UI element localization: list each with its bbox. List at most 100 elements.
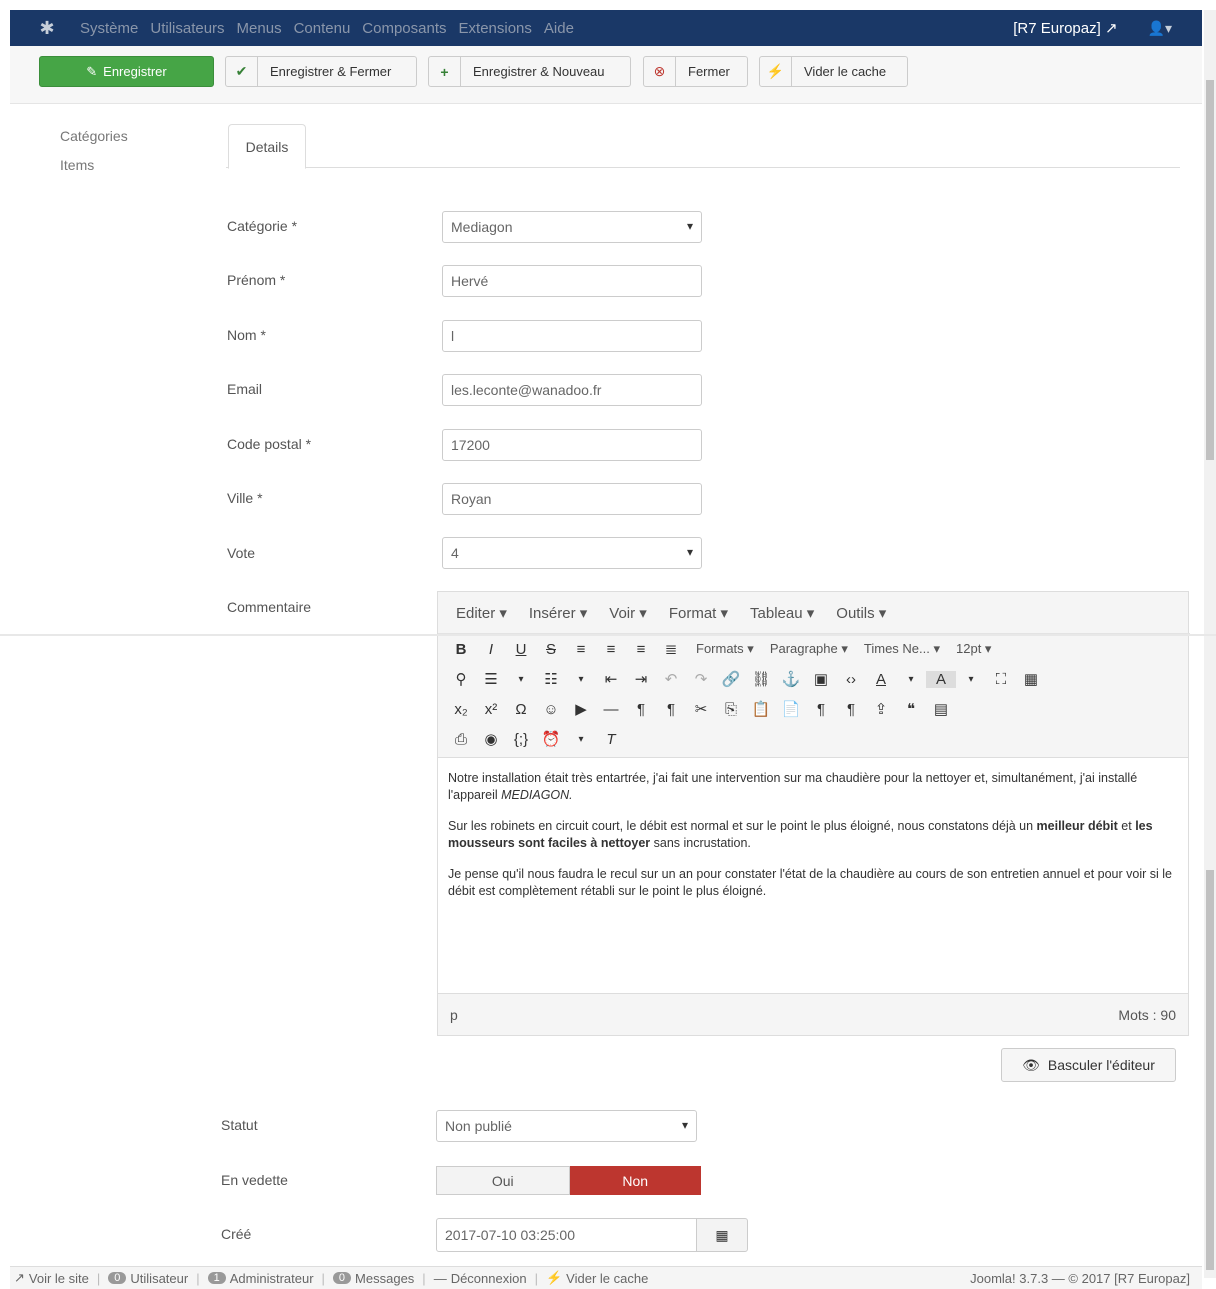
clear-format-icon[interactable]: T	[596, 731, 626, 748]
image-icon[interactable]: ▣	[806, 670, 836, 688]
cut-icon[interactable]: ✂	[686, 700, 716, 718]
fullscreen-icon[interactable]: ⛶	[986, 671, 1016, 688]
paste-icon[interactable]: 📋	[746, 700, 776, 718]
ltr-icon[interactable]: ¶	[626, 701, 656, 718]
status-select[interactable]: Non publié	[436, 1110, 697, 1142]
menu-contenu[interactable]: Contenu	[294, 20, 363, 37]
undo-icon[interactable]: ↶	[656, 670, 686, 688]
editor-menu-tableau[interactable]: Tableau ▾	[750, 604, 814, 622]
font-family-dropdown[interactable]: Times Ne... ▾	[864, 641, 940, 657]
element-path[interactable]: p	[450, 1007, 458, 1023]
anchor-icon[interactable]: ⚓	[776, 670, 806, 688]
menu-aide[interactable]: Aide	[544, 20, 586, 37]
footer-clear-cache-link[interactable]: ⚡ Vider le cache	[546, 1270, 648, 1286]
bullet-list-icon[interactable]: ☰	[476, 670, 506, 688]
editor-menu-outils[interactable]: Outils ▾	[836, 604, 886, 622]
tab-details[interactable]: Details	[228, 124, 306, 169]
sidebar-item-categories[interactable]: Catégories	[60, 128, 128, 157]
admins-link[interactable]: 1 Administrateur	[207, 1271, 314, 1286]
table-icon[interactable]: ▦	[1016, 670, 1046, 688]
preview-icon[interactable]: ◉	[476, 730, 506, 748]
calendar-button[interactable]: ▦	[696, 1218, 748, 1252]
postal-code-input[interactable]: 17200	[442, 429, 702, 461]
editor-content-area[interactable]: Notre installation était très entartrée,…	[438, 757, 1188, 994]
special-char-icon[interactable]: Ω	[506, 701, 536, 718]
chevron-down-icon[interactable]: ▾	[896, 674, 926, 685]
copy-icon[interactable]: ⎘	[716, 701, 746, 718]
joomla-logo-icon[interactable]: ✱	[32, 10, 62, 46]
firstname-input[interactable]: Hervé	[442, 265, 702, 297]
users-link[interactable]: 0 Utilisateur	[108, 1271, 188, 1286]
italic-icon[interactable]: I	[476, 641, 506, 658]
paragraph-dropdown[interactable]: Paragraphe ▾	[770, 641, 848, 657]
scroll-thumb[interactable]	[1206, 80, 1214, 460]
view-site-link[interactable]: ↗ Voir le site	[14, 1270, 89, 1286]
toggle-editor-button[interactable]: 👁 Basculer l'éditeur	[1001, 1048, 1176, 1082]
unlink-icon[interactable]: ⛓	[746, 670, 776, 688]
align-justify-icon[interactable]: ≣	[656, 640, 686, 658]
bold-icon[interactable]: B	[446, 641, 476, 658]
created-date-input[interactable]: 2017-07-10 03:25:00	[436, 1218, 697, 1252]
menu-extensions[interactable]: Extensions	[459, 20, 544, 37]
city-input[interactable]: Royan	[442, 483, 702, 515]
underline-icon[interactable]: U	[506, 641, 536, 658]
datetime-icon[interactable]: ⏰	[536, 730, 566, 748]
save-close-button[interactable]: ✔ Enregistrer & Fermer	[225, 56, 417, 87]
messages-link[interactable]: 0 Messages	[332, 1271, 414, 1286]
blockquote-icon[interactable]: ❝	[896, 700, 926, 718]
menu-utilisateurs[interactable]: Utilisateurs	[150, 20, 236, 37]
print-icon[interactable]: ⎙	[446, 731, 476, 748]
text-color-icon[interactable]: A	[866, 671, 896, 688]
emoticon-icon[interactable]: ☺	[536, 701, 566, 718]
email-input[interactable]: les.leconte@wanadoo.fr	[442, 374, 702, 406]
template-icon[interactable]: ▤	[926, 700, 956, 718]
featured-yes-option[interactable]: Oui	[436, 1166, 570, 1195]
paste-text-icon[interactable]: 📄	[776, 700, 806, 718]
strikethrough-icon[interactable]: S	[536, 641, 566, 658]
align-left-icon[interactable]: ≡	[566, 641, 596, 658]
chevron-down-icon[interactable]: ▾	[956, 674, 986, 685]
align-center-icon[interactable]: ≡	[596, 641, 626, 658]
media-icon[interactable]: ▶	[566, 700, 596, 718]
editor-menu-voir[interactable]: Voir ▾	[609, 604, 647, 622]
scrollbar[interactable]	[1204, 10, 1216, 1278]
indent-icon[interactable]: ⇥	[626, 670, 656, 688]
save-button[interactable]: ✎ Enregistrer	[39, 56, 214, 87]
menu-composants[interactable]: Composants	[362, 20, 458, 37]
numbered-list-icon[interactable]: ☷	[536, 670, 566, 688]
superscript-icon[interactable]: x²	[476, 701, 506, 718]
subscript-icon[interactable]: x₂	[446, 701, 476, 718]
logout-link[interactable]: — Déconnexion	[434, 1271, 527, 1286]
menu-menus[interactable]: Menus	[237, 20, 294, 37]
lastname-input[interactable]: l	[442, 320, 702, 352]
link-icon[interactable]: 🔗	[716, 670, 746, 688]
editor-menu-editer[interactable]: Editer ▾	[456, 604, 507, 622]
redo-icon[interactable]: ↷	[686, 670, 716, 688]
background-color-icon[interactable]: A	[926, 670, 956, 688]
menu-systeme[interactable]: Système	[80, 20, 150, 37]
align-right-icon[interactable]: ≡	[626, 641, 656, 658]
visual-blocks-icon[interactable]: ¶	[836, 701, 866, 718]
editor-menu-inserer[interactable]: Insérer ▾	[529, 604, 587, 622]
site-link[interactable]: [R7 Europaz] ↗	[1013, 19, 1117, 37]
user-icon[interactable]: 👤▾	[1148, 20, 1172, 37]
rtl-icon[interactable]: ¶	[656, 701, 686, 718]
clear-cache-button[interactable]: ⚡ Vider le cache	[759, 56, 908, 87]
chevron-down-icon[interactable]: ▾	[566, 734, 596, 745]
scroll-thumb-secondary[interactable]	[1206, 870, 1214, 1270]
visual-chars-icon[interactable]: ¶	[806, 701, 836, 718]
category-select[interactable]: Mediagon	[442, 211, 702, 243]
save-new-button[interactable]: + Enregistrer & Nouveau	[428, 56, 631, 87]
upload-icon[interactable]: ⇪	[866, 700, 896, 718]
editor-menu-format[interactable]: Format ▾	[669, 604, 728, 622]
outdent-icon[interactable]: ⇤	[596, 670, 626, 688]
font-size-dropdown[interactable]: 12pt ▾	[956, 641, 991, 657]
sidebar-item-items[interactable]: Items	[60, 157, 128, 186]
chevron-down-icon[interactable]: ▾	[506, 674, 536, 685]
vote-select[interactable]: 4	[442, 537, 702, 569]
find-replace-icon[interactable]: ⚲	[446, 670, 476, 688]
chevron-down-icon[interactable]: ▾	[566, 674, 596, 685]
code-icon[interactable]: ‹›	[836, 671, 866, 688]
horizontal-rule-icon[interactable]: —	[596, 701, 626, 718]
featured-no-option[interactable]: Non	[569, 1166, 701, 1195]
